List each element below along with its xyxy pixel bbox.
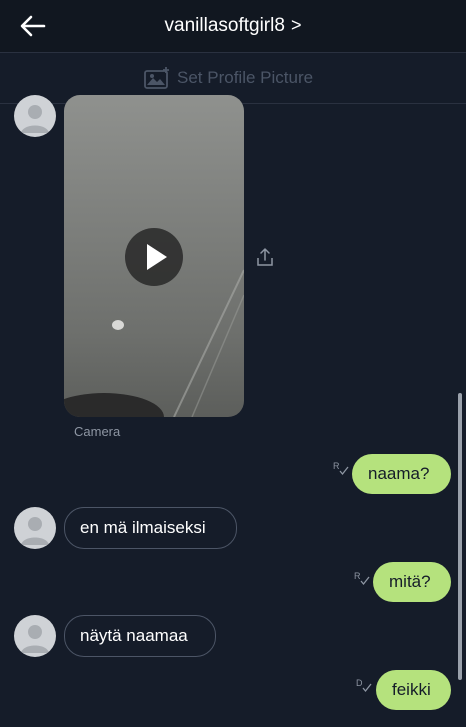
read-receipt-icon: R xyxy=(354,571,370,586)
chevron-right-icon[interactable]: > xyxy=(291,15,302,35)
contact-avatar[interactable] xyxy=(14,507,56,549)
contact-name[interactable]: vanillasoftgirl8 xyxy=(165,15,285,36)
contact-avatar[interactable] xyxy=(14,95,56,137)
person-icon xyxy=(21,517,49,545)
incoming-message[interactable]: en mä ilmaiseksi xyxy=(64,507,237,549)
chat-header: vanillasoftgirl8 > xyxy=(0,0,466,53)
incoming-message[interactable]: näytä naamaa xyxy=(64,615,216,657)
add-image-icon xyxy=(144,67,169,89)
receipt-letter: D xyxy=(356,678,363,688)
person-icon xyxy=(21,625,49,653)
set-profile-picture-label[interactable]: Set Profile Picture xyxy=(177,68,313,88)
video-message[interactable] xyxy=(64,95,244,417)
play-button[interactable] xyxy=(125,228,183,286)
outgoing-message[interactable]: feikki xyxy=(376,670,451,710)
scrollbar[interactable] xyxy=(458,393,462,680)
person-icon xyxy=(21,105,49,133)
video-caption: Camera xyxy=(74,424,121,439)
delivered-receipt-icon: D xyxy=(356,678,372,693)
outgoing-message[interactable]: mitä? xyxy=(373,562,451,602)
outgoing-message[interactable]: naama? xyxy=(352,454,451,494)
contact-title[interactable]: vanillasoftgirl8 > xyxy=(0,15,466,37)
set-profile-picture-button[interactable]: Set Profile Picture xyxy=(143,66,313,90)
receipt-letter: R xyxy=(333,461,340,471)
play-icon xyxy=(147,244,167,270)
receipt-letter: R xyxy=(354,571,361,581)
read-receipt-icon: R xyxy=(333,461,349,476)
contact-avatar[interactable] xyxy=(14,615,56,657)
share-icon[interactable] xyxy=(256,247,274,267)
